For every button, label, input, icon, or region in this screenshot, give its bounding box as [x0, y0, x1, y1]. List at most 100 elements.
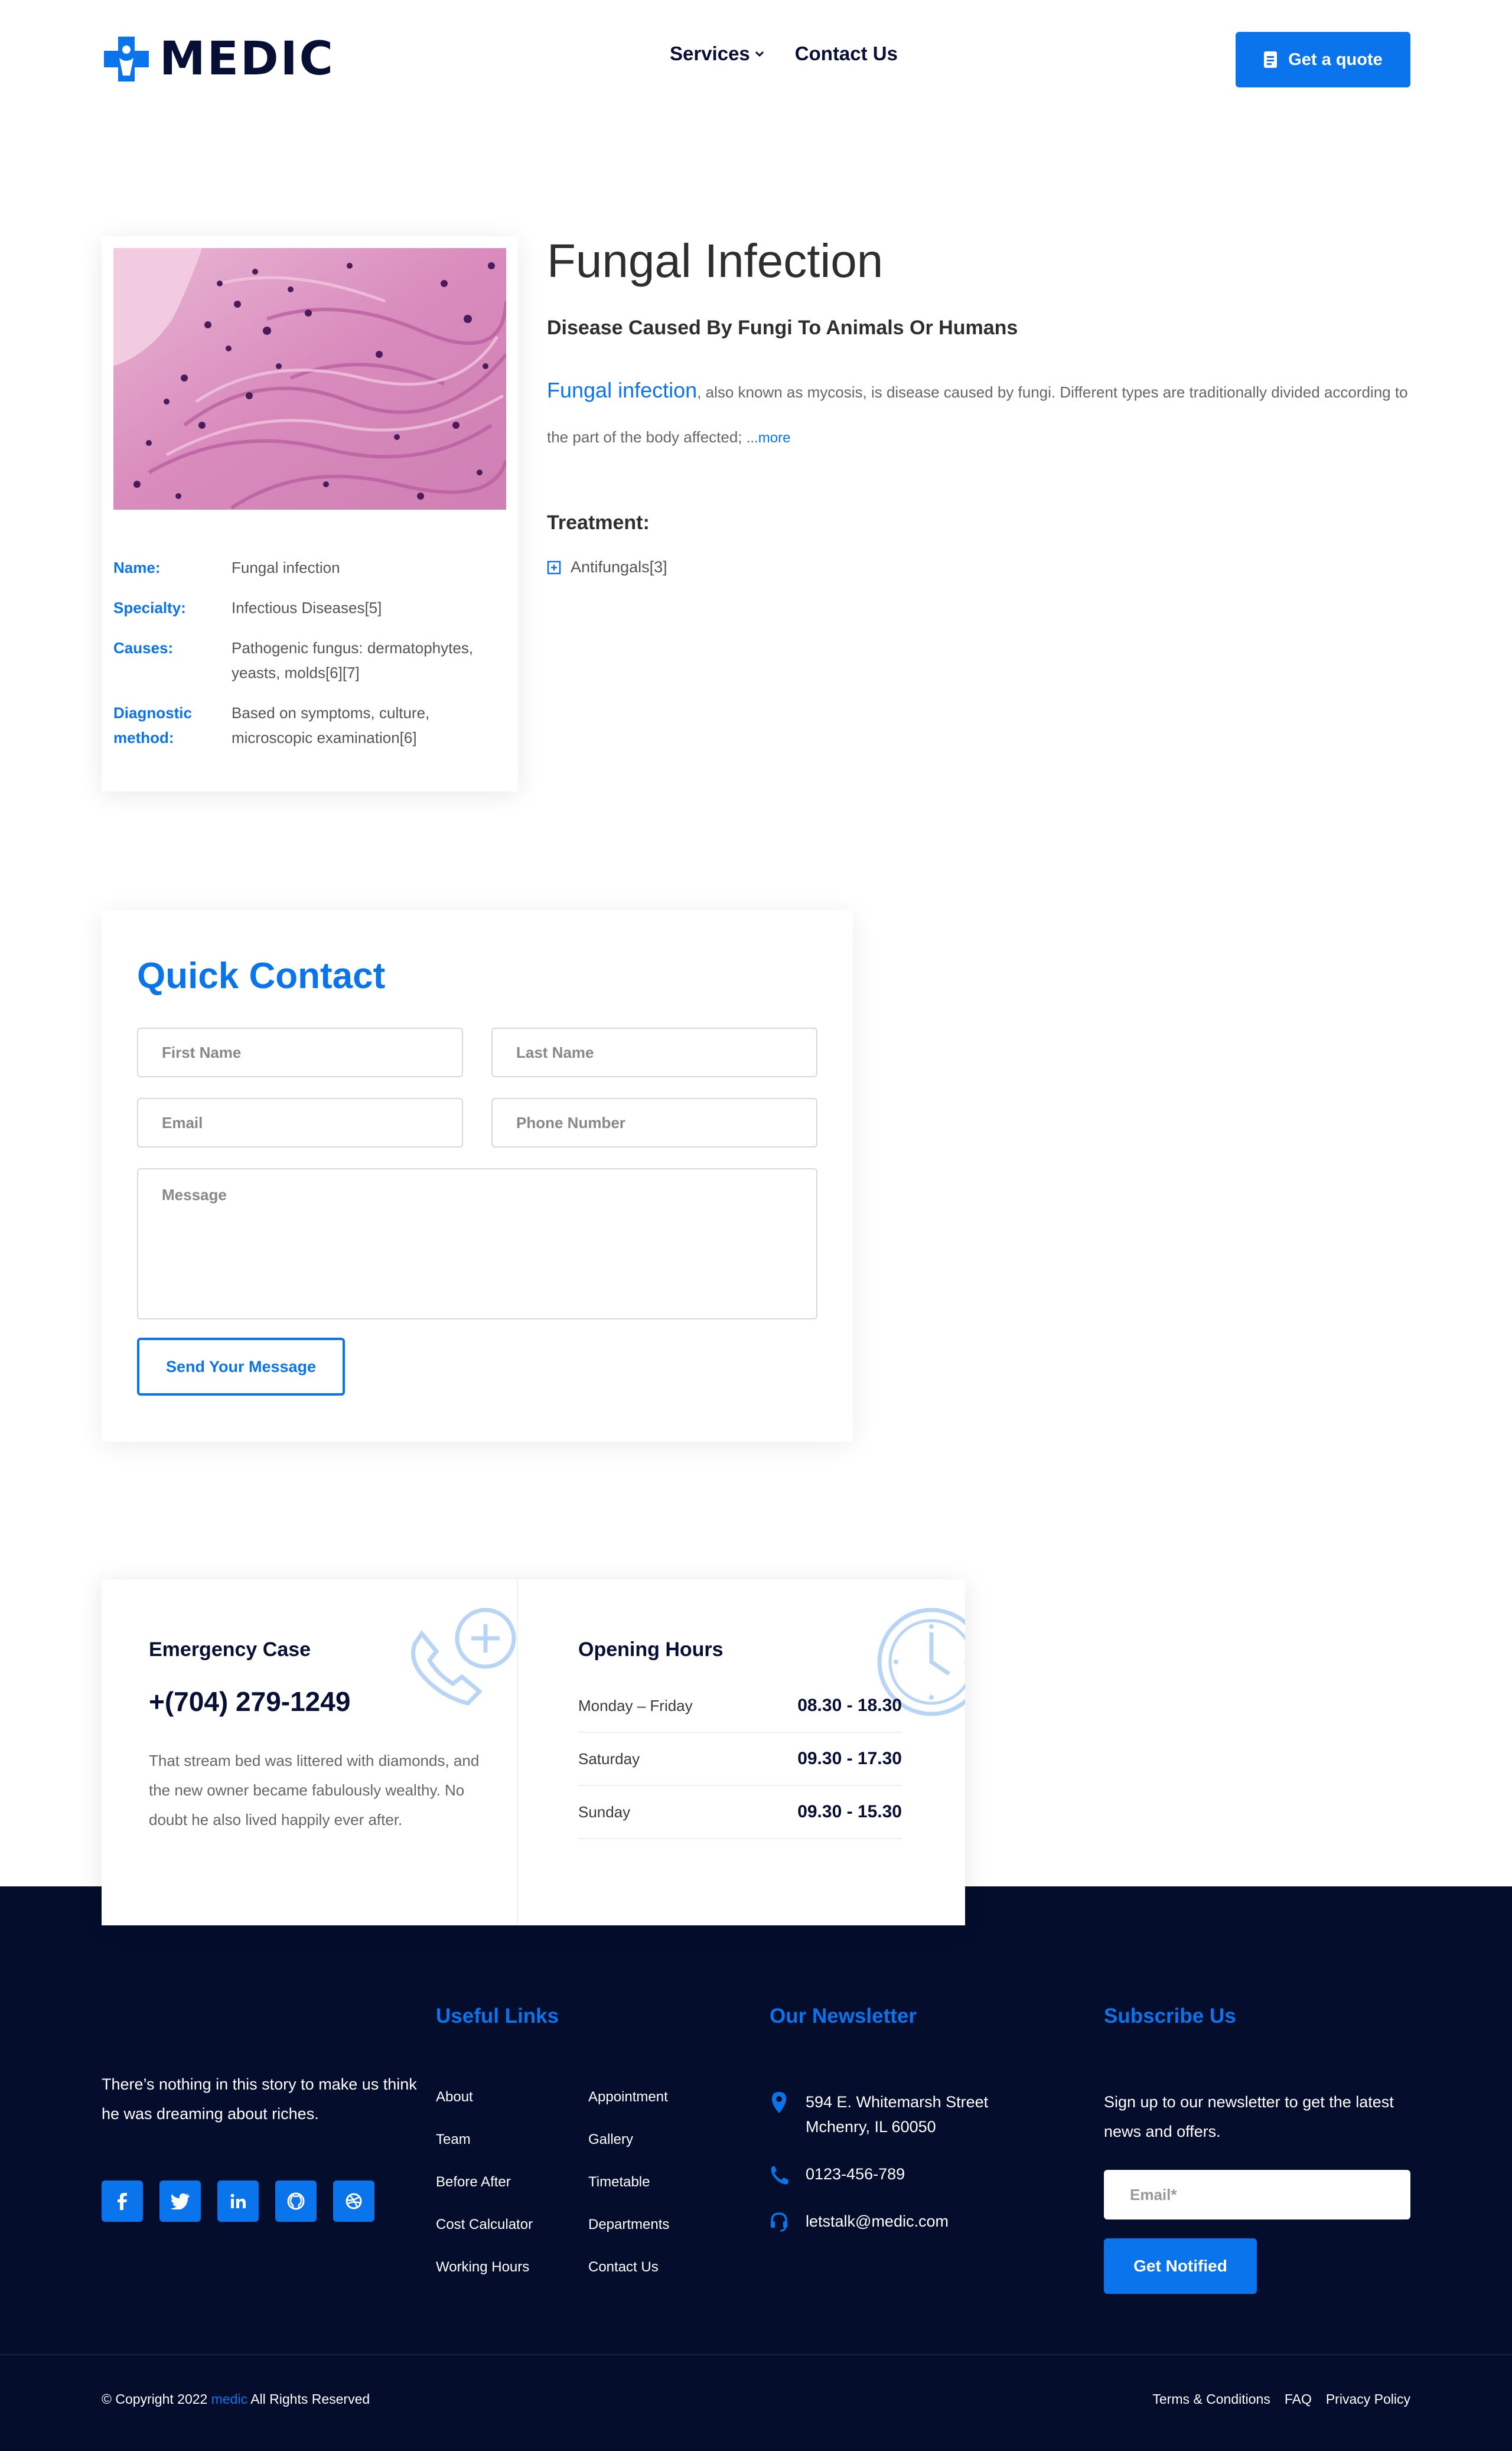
- nav-item-contact[interactable]: Contact Us: [795, 43, 898, 65]
- email-field[interactable]: Email: [137, 1098, 463, 1148]
- emergency-phone[interactable]: +(704) 279-1249: [149, 1686, 350, 1717]
- footer-about-text: There’s nothing in this story to make us…: [102, 2075, 417, 2123]
- hours-time: 09.30 - 17.30: [797, 1749, 902, 1768]
- footer-link-working-hours[interactable]: Working Hours: [436, 2258, 588, 2276]
- site-logo[interactable]: MEDIC: [102, 34, 335, 84]
- github-icon: [287, 2192, 305, 2210]
- footer-link-cost-calculator[interactable]: Cost Calculator: [436, 2216, 588, 2234]
- disease-info-card: Name: Fungal infection Specialty: Infect…: [102, 236, 518, 791]
- subscribe-email-input[interactable]: Email*: [1104, 2170, 1410, 2219]
- phone-field[interactable]: Phone Number: [491, 1098, 817, 1148]
- terms-link[interactable]: Terms & Conditions: [1152, 2391, 1270, 2407]
- nav-services-label: Services: [670, 43, 750, 64]
- subscribe-text: Sign up to our newsletter to get the lat…: [1104, 2093, 1394, 2140]
- emergency-panel: Emergency Case +(704) 279-1249 That stre…: [102, 1579, 518, 1925]
- hours-day: Sunday: [578, 1803, 631, 1821]
- fungal-infection-link[interactable]: Fungal infection: [547, 378, 697, 402]
- newsletter-title: Our Newsletter: [770, 2005, 917, 2028]
- privacy-link[interactable]: Privacy Policy: [1326, 2391, 1410, 2407]
- get-notified-button[interactable]: Get Notified: [1104, 2238, 1257, 2294]
- read-more-link[interactable]: ...more: [747, 430, 791, 446]
- facebook-link[interactable]: [102, 2181, 143, 2222]
- dribbble-icon: [346, 2193, 362, 2209]
- quick-contact-form: Quick Contact First Name Last Name Email…: [102, 910, 853, 1442]
- linkedin-link[interactable]: [217, 2181, 259, 2222]
- linkedin-icon: [230, 2193, 246, 2208]
- article: Fungal Infection Disease Caused By Fungi…: [547, 232, 1409, 576]
- phone-outline-icon: [411, 1608, 516, 1706]
- info-value: Pathogenic fungus: dermatophytes, yeasts…: [232, 639, 474, 682]
- quick-contact-title: Quick Contact: [137, 956, 386, 996]
- footer-link-contact-us[interactable]: Contact Us: [588, 2258, 730, 2276]
- info-rows: Name: Fungal infection Specialty: Infect…: [113, 555, 506, 765]
- dribbble-link[interactable]: [333, 2181, 374, 2222]
- github-link[interactable]: [275, 2181, 317, 2222]
- treatment-item[interactable]: Antifungals[3]: [547, 558, 1409, 576]
- info-row-name: Name: Fungal infection: [113, 555, 506, 580]
- footer-bottom-links: Terms & Conditions FAQ Privacy Policy: [1152, 2391, 1410, 2407]
- copyright-brand-link[interactable]: medic: [211, 2391, 247, 2407]
- social-links: [102, 2181, 374, 2222]
- hours-time: 08.30 - 18.30: [797, 1696, 902, 1715]
- main-nav: Services Contact Us: [670, 43, 898, 65]
- send-message-button[interactable]: Send Your Message: [137, 1338, 345, 1396]
- footer-address: 594 E. Whitemarsh Street Mchenry, IL 600…: [769, 2090, 1076, 2139]
- site-header: MEDIC Services Contact Us Get a quote: [0, 0, 1512, 118]
- emergency-hours-card: Emergency Case +(704) 279-1249 That stre…: [102, 1579, 965, 1925]
- footer-contact-list: 594 E. Whitemarsh Street Mchenry, IL 600…: [769, 2090, 1076, 2256]
- footer-link-about[interactable]: About: [436, 2088, 588, 2106]
- opening-hours-title: Opening Hours: [578, 1638, 724, 1661]
- opening-hours-panel: Opening Hours Monday – Friday 08.30 - 18…: [518, 1579, 965, 1925]
- footer-link-team[interactable]: Team: [436, 2131, 588, 2149]
- hours-row: Sunday 09.30 - 15.30: [578, 1786, 902, 1839]
- footer-address-text: 594 E. Whitemarsh Street Mchenry, IL 600…: [806, 2093, 989, 2136]
- last-name-field[interactable]: Last Name: [491, 1028, 817, 1077]
- hours-row: Monday – Friday 08.30 - 18.30: [578, 1680, 902, 1733]
- hours-day: Saturday: [578, 1749, 640, 1768]
- site-footer: There’s nothing in this story to make us…: [0, 1886, 1512, 2451]
- emergency-text: That stream bed was littered with diamon…: [149, 1752, 480, 1829]
- footer-email[interactable]: letstalk@medic.com: [769, 2209, 1076, 2234]
- info-value: Fungal infection: [232, 559, 340, 576]
- copyright-prefix: © Copyright 2022: [102, 2391, 211, 2407]
- message-field[interactable]: Message: [137, 1168, 817, 1319]
- logo-text: MEDIC: [159, 32, 335, 86]
- footer-link-before-after[interactable]: Before After: [436, 2173, 588, 2191]
- plus-square-icon: [547, 560, 561, 574]
- footer-email-text: letstalk@medic.com: [806, 2212, 949, 2230]
- hours-list: Monday – Friday 08.30 - 18.30 Saturday 0…: [578, 1680, 902, 1839]
- footer-link-timetable[interactable]: Timetable: [588, 2173, 730, 2191]
- info-key: Causes:: [113, 639, 174, 657]
- footer-link-gallery[interactable]: Gallery: [588, 2131, 730, 2149]
- medic-logo-icon: [102, 34, 151, 84]
- hours-day: Monday – Friday: [578, 1696, 693, 1715]
- document-icon: [1264, 51, 1278, 68]
- useful-links-title: Useful Links: [436, 2005, 559, 2028]
- info-value: Infectious Diseases[5]: [232, 599, 382, 617]
- info-row-specialty: Specialty: Infectious Diseases[5]: [113, 595, 506, 620]
- twitter-link[interactable]: [159, 2181, 201, 2222]
- info-key: Diagnostic method:: [113, 704, 192, 747]
- footer-phone[interactable]: 0123-456-789: [769, 2162, 1076, 2186]
- footer-phone-text: 0123-456-789: [806, 2165, 905, 2183]
- facebook-icon: [118, 2193, 127, 2210]
- nav-item-services[interactable]: Services: [670, 43, 764, 65]
- footer-link-departments[interactable]: Departments: [588, 2216, 730, 2234]
- emergency-title: Emergency Case: [149, 1638, 311, 1661]
- faq-link[interactable]: FAQ: [1285, 2391, 1312, 2407]
- article-body: Fungal infection, also known as mycosis,…: [547, 368, 1409, 461]
- article-subtitle: Disease Caused By Fungi To Animals Or Hu…: [547, 317, 1018, 339]
- first-name-field[interactable]: First Name: [137, 1028, 463, 1077]
- footer-divider: [0, 2354, 1512, 2355]
- hours-row: Saturday 09.30 - 17.30: [578, 1733, 902, 1786]
- chevron-down-icon: [755, 51, 764, 57]
- get-quote-button[interactable]: Get a quote: [1236, 32, 1410, 87]
- treatment-item-label: Antifungals[3]: [571, 558, 667, 576]
- info-row-causes: Causes: Pathogenic fungus: dermatophytes…: [113, 635, 506, 685]
- phone-icon: [771, 2166, 788, 2185]
- footer-link-appointment[interactable]: Appointment: [588, 2088, 730, 2106]
- info-key: Specialty:: [113, 599, 186, 617]
- useful-links: About Appointment Team Gallery Before Af…: [436, 2088, 730, 2276]
- page-title: Fungal Infection: [547, 234, 884, 287]
- treatment-heading: Treatment:: [547, 511, 650, 534]
